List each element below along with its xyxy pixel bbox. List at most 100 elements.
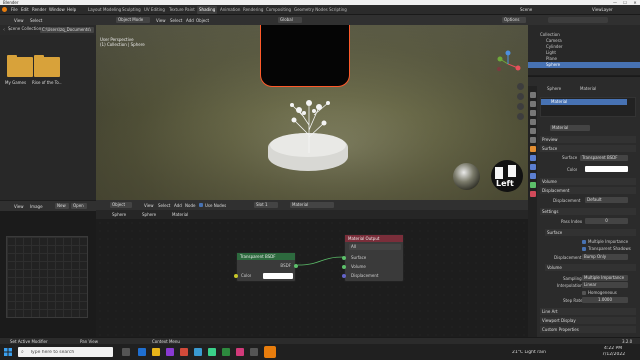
file-explorer-icon[interactable] [152,348,160,356]
subsection-surface[interactable]: Surface [545,229,636,236]
app-icon[interactable] [208,348,216,356]
section-displacement[interactable]: Displacement [540,187,636,194]
navigation-gizmo[interactable] [494,50,522,78]
file-item-label[interactable]: My Games [5,80,26,85]
menu-help[interactable]: Help [67,7,76,12]
vp-menu-select[interactable]: Select [170,18,182,23]
object-tab-icon[interactable] [530,146,536,152]
app-icon[interactable] [180,348,188,356]
img-menu-view[interactable]: View [14,204,24,209]
uv-grid[interactable] [6,236,88,318]
app-icon[interactable] [222,348,230,356]
outliner-row-scene-collection[interactable]: Scene Collection [0,26,112,32]
menu-render[interactable]: Render [32,7,46,12]
tab-shading[interactable]: Shading [197,6,218,14]
surface-shader-field[interactable]: Transparent BSDF [580,155,628,161]
taskbar-time[interactable]: 4:22 PM [604,346,622,351]
blender-logo-icon[interactable] [2,7,7,12]
section-viewport-display[interactable]: Viewport Display [540,317,636,324]
fb-menu-view[interactable]: View [14,18,24,23]
cylinder-object[interactable] [260,25,350,87]
render-tab-icon[interactable] [530,101,536,107]
img-open-button[interactable]: Open [71,203,87,209]
mode-selector[interactable]: Object Mode [116,17,150,23]
outliner-row-sphere[interactable]: Sphere [528,62,640,68]
blender-taskbar-icon[interactable] [264,346,276,358]
taskbar-search[interactable]: ⌕ Type here to search [18,347,113,357]
transparent-shadows-checkbox[interactable] [582,247,586,251]
node-editor-canvas[interactable]: Transparent BSDF BSDF Color Material Out… [96,219,528,337]
material-selector[interactable]: Material [290,202,334,208]
outliner-search-input[interactable] [548,17,608,23]
use-nodes-checkbox[interactable] [199,203,203,207]
section-settings[interactable]: Settings [540,208,636,215]
tab-rendering[interactable]: Rendering [241,6,265,14]
tab-animation[interactable]: Animation [218,6,242,14]
img-new-button[interactable]: New [55,203,69,209]
tool-tab-icon[interactable] [530,92,536,98]
scene-tab-icon[interactable] [530,128,536,134]
menu-file[interactable]: File [11,7,18,12]
3d-viewport[interactable]: User Perspective (1) Collection | Sphere… [96,25,528,200]
app-icon[interactable] [250,348,258,356]
windows-start-icon[interactable] [4,348,12,356]
section-volume[interactable]: Volume [540,178,636,185]
slot-selector[interactable]: Slot 1 [254,202,278,208]
disp-method-dropdown[interactable]: Bump Only [582,254,628,260]
tab-scripting[interactable]: Scripting [327,6,349,14]
app-icon[interactable] [194,348,202,356]
view-layer-tab-icon[interactable] [530,119,536,125]
taskbar-date[interactable]: 7/12/2022 [602,352,625,357]
weather-widget[interactable]: 21°C Light rain [512,350,546,355]
edge-icon[interactable] [138,348,146,356]
pass-index-field[interactable]: 0 [585,218,628,224]
output-tab-icon[interactable] [530,110,536,116]
zoom-icon[interactable] [517,83,524,90]
tab-geometry-nodes[interactable]: Geometry Nodes [292,6,330,14]
world-tab-icon[interactable] [530,137,536,143]
grid-toggle-icon[interactable] [517,113,524,120]
view-layer-selector[interactable]: ViewLayer [592,7,613,12]
interpolation-dropdown[interactable]: Linear [582,282,628,288]
surface-color-swatch[interactable] [585,166,628,172]
options-dropdown[interactable]: Options [502,17,526,23]
physics-tab-icon[interactable] [530,173,536,179]
section-surface[interactable]: Surface [540,145,636,152]
step-rate-field[interactable]: 1.0000 [582,297,628,303]
vp-menu-object[interactable]: Object [196,18,209,23]
vp-menu-add[interactable]: Add [186,18,194,23]
vp-menu-view[interactable]: View [156,18,166,23]
tab-uv-editing[interactable]: UV Editing [142,6,167,14]
file-item-label[interactable]: Rise of the To... [32,80,62,85]
section-custom-properties[interactable]: Custom Properties [540,326,636,333]
multiple-importance-checkbox[interactable] [582,240,586,244]
ne-menu-node[interactable]: Node [185,203,195,208]
ne-menu-view[interactable]: View [144,203,154,208]
img-menu-image[interactable]: Image [30,204,43,209]
app-icon[interactable] [166,348,174,356]
pan-hand-icon[interactable] [517,93,524,100]
sphere-plant-object[interactable] [284,95,334,155]
material-slot-list[interactable]: Material [540,97,636,117]
tab-texture-paint[interactable]: Texture Paint [167,6,197,14]
subsection-volume[interactable]: Volume [545,264,636,271]
menu-window[interactable]: Window [49,7,65,12]
folder-icon[interactable] [34,55,60,77]
tab-compositing[interactable]: Compositing [264,6,293,14]
material-datablock-field[interactable]: Material [550,125,590,131]
camera-view-icon[interactable] [517,103,524,110]
section-preview[interactable]: Preview [540,136,636,143]
ne-menu-select[interactable]: Select [158,203,170,208]
modifier-tab-icon[interactable] [530,155,536,161]
data-tab-icon[interactable] [530,182,536,188]
fb-menu-select[interactable]: Select [30,18,42,23]
app-icon[interactable] [236,348,244,356]
task-view-icon[interactable] [122,348,130,356]
material-slot-item[interactable]: Material [541,99,627,105]
scene-selector[interactable]: Scene [520,7,532,12]
node-object-type[interactable]: Object [110,202,132,208]
ne-menu-add[interactable]: Add [174,203,182,208]
folder-icon[interactable] [7,55,33,77]
homogeneous-checkbox[interactable] [582,291,586,295]
particles-tab-icon[interactable] [530,164,536,170]
